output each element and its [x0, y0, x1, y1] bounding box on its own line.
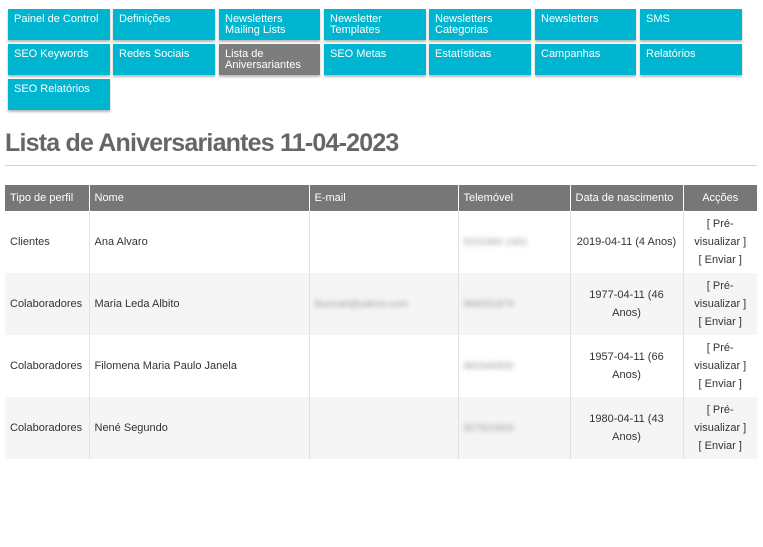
- preview-link[interactable]: [ Pré-visualizar ]: [694, 218, 746, 248]
- send-link[interactable]: [ Enviar ]: [699, 378, 742, 390]
- nav-painel-de-control[interactable]: Painel de Control: [8, 9, 110, 40]
- nav-sms[interactable]: SMS: [640, 9, 742, 40]
- cell-mobile: 9151660 1461: [458, 211, 571, 273]
- cell-email: [309, 211, 459, 273]
- preview-link[interactable]: [ Pré-visualizar ]: [694, 342, 746, 372]
- cell-birth-date: 1977-04-11 (46 Anos): [570, 273, 684, 335]
- nav-seo-metas[interactable]: SEO Metas: [324, 44, 426, 75]
- cell-email: [309, 335, 459, 397]
- cell-mobile: 966051974: [458, 273, 571, 335]
- col-header-actions: Acções: [683, 185, 757, 211]
- nav-newsletters-categorias[interactable]: Newsletters Categorias: [429, 9, 531, 40]
- table-header-row: Tipo de perfil Nome E-mail Telemóvel Dat…: [5, 185, 757, 211]
- nav-seo-relatorios[interactable]: SEO Relatórios: [8, 79, 110, 110]
- table-row: Clientes Ana Alvaro 9151660 1461 2019-04…: [5, 211, 757, 273]
- preview-link[interactable]: [ Pré-visualizar ]: [694, 404, 746, 434]
- nav-definicoes[interactable]: Definições: [113, 9, 215, 40]
- col-header-type: Tipo de perfil: [5, 185, 90, 211]
- title-divider: [5, 165, 757, 166]
- cell-birth-date: 2019-04-11 (4 Anos): [570, 211, 684, 273]
- cell-birth-date: 1957-04-11 (66 Anos): [570, 335, 684, 397]
- mobile-value: 927810604: [463, 422, 514, 434]
- col-header-name: Nome: [89, 185, 310, 211]
- cell-type: Colaboradores: [5, 335, 90, 397]
- cell-type: Clientes: [5, 211, 90, 273]
- cell-name: Filomena Maria Paulo Janela: [89, 335, 310, 397]
- nav-newsletters[interactable]: Newsletters: [535, 9, 636, 40]
- cell-email: lbuncati@yahoo.com: [309, 273, 459, 335]
- nav-newsletter-templates[interactable]: Newsletter Templates: [324, 9, 426, 40]
- mobile-value: 960340920: [463, 360, 514, 372]
- cell-actions: [ Pré-visualizar ] [ Enviar ]: [683, 273, 757, 335]
- nav-seo-keywords[interactable]: SEO Keywords: [8, 44, 110, 75]
- cell-mobile: 927810604: [458, 397, 571, 459]
- preview-link[interactable]: [ Pré-visualizar ]: [694, 280, 746, 310]
- nav-campanhas[interactable]: Campanhas: [535, 44, 636, 75]
- col-header-birth: Data de nascimento: [570, 185, 684, 211]
- table-row: Colaboradores Nené Segundo 927810604 198…: [5, 397, 757, 459]
- table-row: Colaboradores Maria Leda Albito lbuncati…: [5, 273, 757, 335]
- cell-mobile: 960340920: [458, 335, 571, 397]
- page-title: Lista de Aniversariantes 11-04-2023: [5, 129, 399, 157]
- nav-relatorios[interactable]: Relatórios: [640, 44, 742, 75]
- col-header-mobile: Telemóvel: [458, 185, 571, 211]
- nav-newsletters-mailing-lists[interactable]: Newsletters Mailing Lists: [219, 9, 320, 40]
- nav-estatisticas[interactable]: Estatísticas: [429, 44, 531, 75]
- mobile-value: 9151660 1461: [463, 236, 528, 248]
- cell-actions: [ Pré-visualizar ] [ Enviar ]: [683, 211, 757, 273]
- birthdays-table: Tipo de perfil Nome E-mail Telemóvel Dat…: [5, 185, 757, 459]
- cell-email: [309, 397, 459, 459]
- table-row: Colaboradores Filomena Maria Paulo Janel…: [5, 335, 757, 397]
- cell-type: Colaboradores: [5, 397, 90, 459]
- send-link[interactable]: [ Enviar ]: [699, 254, 742, 266]
- cell-actions: [ Pré-visualizar ] [ Enviar ]: [683, 335, 757, 397]
- nav-lista-de-aniversariantes[interactable]: Lista de Aniversariantes: [219, 44, 320, 75]
- cell-name: Maria Leda Albito: [89, 273, 310, 335]
- send-link[interactable]: [ Enviar ]: [699, 440, 742, 452]
- cell-name: Nené Segundo: [89, 397, 310, 459]
- mobile-value: 966051974: [463, 298, 514, 310]
- send-link[interactable]: [ Enviar ]: [699, 316, 742, 328]
- cell-type: Colaboradores: [5, 273, 90, 335]
- email-value: lbuncati@yahoo.com: [314, 298, 409, 310]
- cell-birth-date: 1980-04-11 (43 Anos): [570, 397, 684, 459]
- nav-redes-sociais[interactable]: Redes Sociais: [113, 44, 215, 75]
- cell-actions: [ Pré-visualizar ] [ Enviar ]: [683, 397, 757, 459]
- col-header-email: E-mail: [309, 185, 459, 211]
- cell-name: Ana Alvaro: [89, 211, 310, 273]
